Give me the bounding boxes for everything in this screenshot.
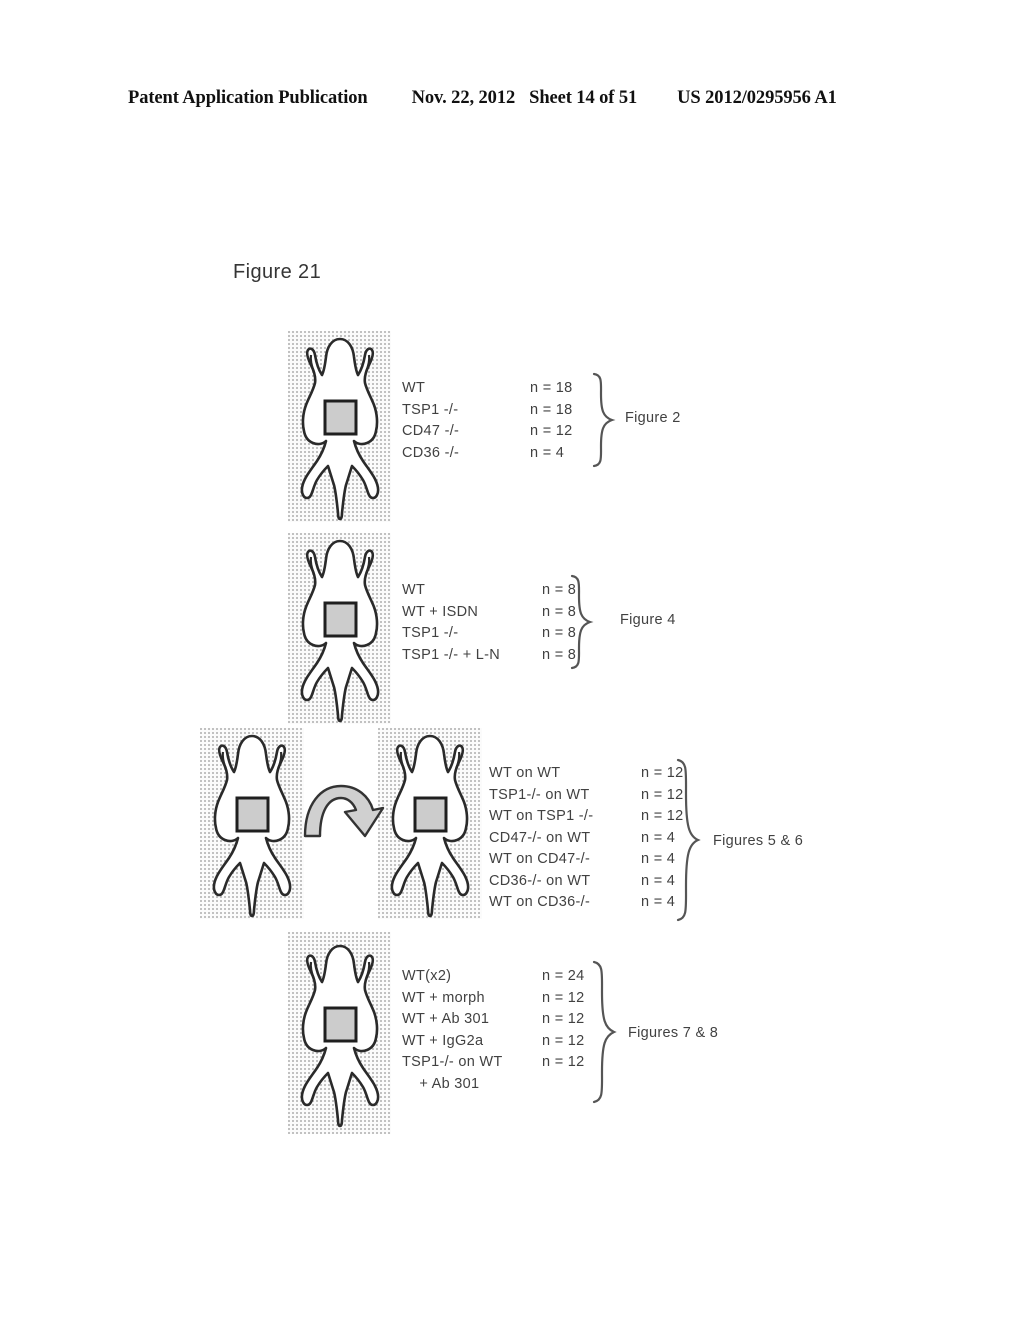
sample-size-label: n = 12 <box>530 423 573 439</box>
legend-row: + Ab 301 <box>402 1074 585 1096</box>
header-publication-label: Patent Application Publication <box>128 88 368 108</box>
condition-label: WT on CD36-/- <box>489 894 591 910</box>
condition-label: WT + ISDN <box>402 603 479 620</box>
mouse-illustration-2 <box>300 539 380 723</box>
group-1-figure-reference: Figure 2 <box>625 410 681 426</box>
legend-row: WT + Ab 301 n = 12 <box>402 1009 585 1031</box>
condition-label: TSP1 -/- + L-N <box>402 646 501 663</box>
sample-size-label: n = 4 <box>641 851 676 867</box>
mouse-illustration-4 <box>300 944 380 1128</box>
group-1-brace <box>592 372 616 468</box>
legend-row: WT n = 18 <box>402 378 573 400</box>
legend-row: CD47-/- on WT n = 4 <box>489 828 684 850</box>
condition-label: WT on CD47-/- <box>489 851 591 867</box>
dorsal-window-3-donor <box>235 796 270 833</box>
sample-size-label: n = 4 <box>641 872 676 889</box>
sample-size-label: n = 4 <box>641 894 676 910</box>
dorsal-window-2 <box>323 601 358 638</box>
legend-row: CD36 -/- n = 4 <box>402 443 573 465</box>
group-4-legend: WT(x2) n = 24 WT + morph n = 12 WT + Ab … <box>402 966 585 1095</box>
condition-label: WT on WT <box>489 765 561 781</box>
patent-header: Patent Application Publication Nov. 22, … <box>128 88 896 114</box>
condition-label: TSP1-/- on WT <box>402 1054 503 1070</box>
header-publication-number: US 2012/0295956 A1 <box>677 88 837 108</box>
legend-row: WT + ISDN n = 8 <box>402 602 576 624</box>
group-4-brace <box>592 960 617 1104</box>
condition-label: WT <box>402 582 426 598</box>
sample-size-label: n = 4 <box>530 444 565 461</box>
sample-size-label: n = 12 <box>542 989 585 1006</box>
mouse-illustration-3-recipient <box>390 734 470 918</box>
condition-label: TSP1 -/- <box>402 401 459 418</box>
sample-size-label: n = 18 <box>530 380 573 396</box>
condition-label: WT <box>402 380 426 396</box>
group-3-brace <box>676 758 701 922</box>
group-2-legend: WT n = 8 WT + ISDN n = 8 TSP1 -/- n = 8 … <box>402 580 576 666</box>
condition-label: WT + Ab 301 <box>402 1011 490 1027</box>
legend-row: WT + morph n = 12 <box>402 988 585 1010</box>
condition-label-continuation: + Ab 301 <box>402 1075 480 1092</box>
legend-row: TSP1 -/- n = 8 <box>402 623 576 645</box>
condition-label: WT on TSP1 -/- <box>489 808 594 824</box>
condition-label: WT + morph <box>402 989 485 1006</box>
condition-label: TSP1-/- on WT <box>489 786 590 803</box>
legend-row: WT on CD36-/- n = 4 <box>489 892 684 914</box>
header-sheet-number: Sheet 14 of 51 <box>529 88 638 108</box>
legend-row: TSP1-/- on WT n = 12 <box>489 785 684 807</box>
mouse-illustration-1 <box>300 337 380 521</box>
legend-row: WT on WT n = 12 <box>489 763 684 785</box>
condition-label: CD36 -/- <box>402 444 460 461</box>
group-2-brace <box>570 574 594 670</box>
figure-title: Figure 21 <box>233 261 322 283</box>
dorsal-window-4 <box>323 1006 358 1043</box>
group-2-figure-reference: Figure 4 <box>620 612 676 628</box>
condition-label: TSP1 -/- <box>402 625 459 641</box>
sample-size-label: n = 12 <box>542 1032 585 1049</box>
legend-row: WT on TSP1 -/- n = 12 <box>489 806 684 828</box>
legend-row: WT + IgG2a n = 12 <box>402 1031 585 1053</box>
sample-size-label: n = 12 <box>542 1011 585 1027</box>
group-1-legend: WT n = 18 TSP1 -/- n = 18 CD47 -/- n = 1… <box>402 378 573 464</box>
condition-label: WT + IgG2a <box>402 1032 484 1049</box>
dorsal-window-3-recipient <box>413 796 448 833</box>
legend-row: WT n = 8 <box>402 580 576 602</box>
condition-label: CD47 -/- <box>402 423 460 439</box>
group-3-legend: WT on WT n = 12 TSP1-/- on WT n = 12 WT … <box>489 763 684 914</box>
skin-graft-transfer-arrow-icon <box>303 784 385 838</box>
condition-label: WT(x2) <box>402 968 452 984</box>
legend-row: TSP1 -/- + L-N n = 8 <box>402 645 576 667</box>
legend-row: CD36-/- on WT n = 4 <box>489 871 684 893</box>
mouse-illustration-3-donor <box>212 734 292 918</box>
sample-size-label: n = 12 <box>542 1054 585 1070</box>
group-4-figure-reference: Figures 7 & 8 <box>628 1025 719 1041</box>
condition-label: CD36-/- on WT <box>489 872 591 889</box>
dorsal-window-1 <box>323 399 358 436</box>
sample-size-label: n = 18 <box>530 401 573 418</box>
legend-row: WT(x2) n = 24 <box>402 966 585 988</box>
condition-label: CD47-/- on WT <box>489 829 591 846</box>
legend-row: WT on CD47-/- n = 4 <box>489 849 684 871</box>
legend-row: TSP1 -/- n = 18 <box>402 400 573 422</box>
sample-size-label: n = 24 <box>542 968 585 984</box>
group-3-figure-reference: Figures 5 & 6 <box>713 833 804 849</box>
sample-size-label: n = 4 <box>641 829 676 846</box>
legend-row: TSP1-/- on WT n = 12 <box>402 1052 585 1074</box>
legend-row: CD47 -/- n = 12 <box>402 421 573 443</box>
header-date: Nov. 22, 2012 <box>411 88 516 108</box>
